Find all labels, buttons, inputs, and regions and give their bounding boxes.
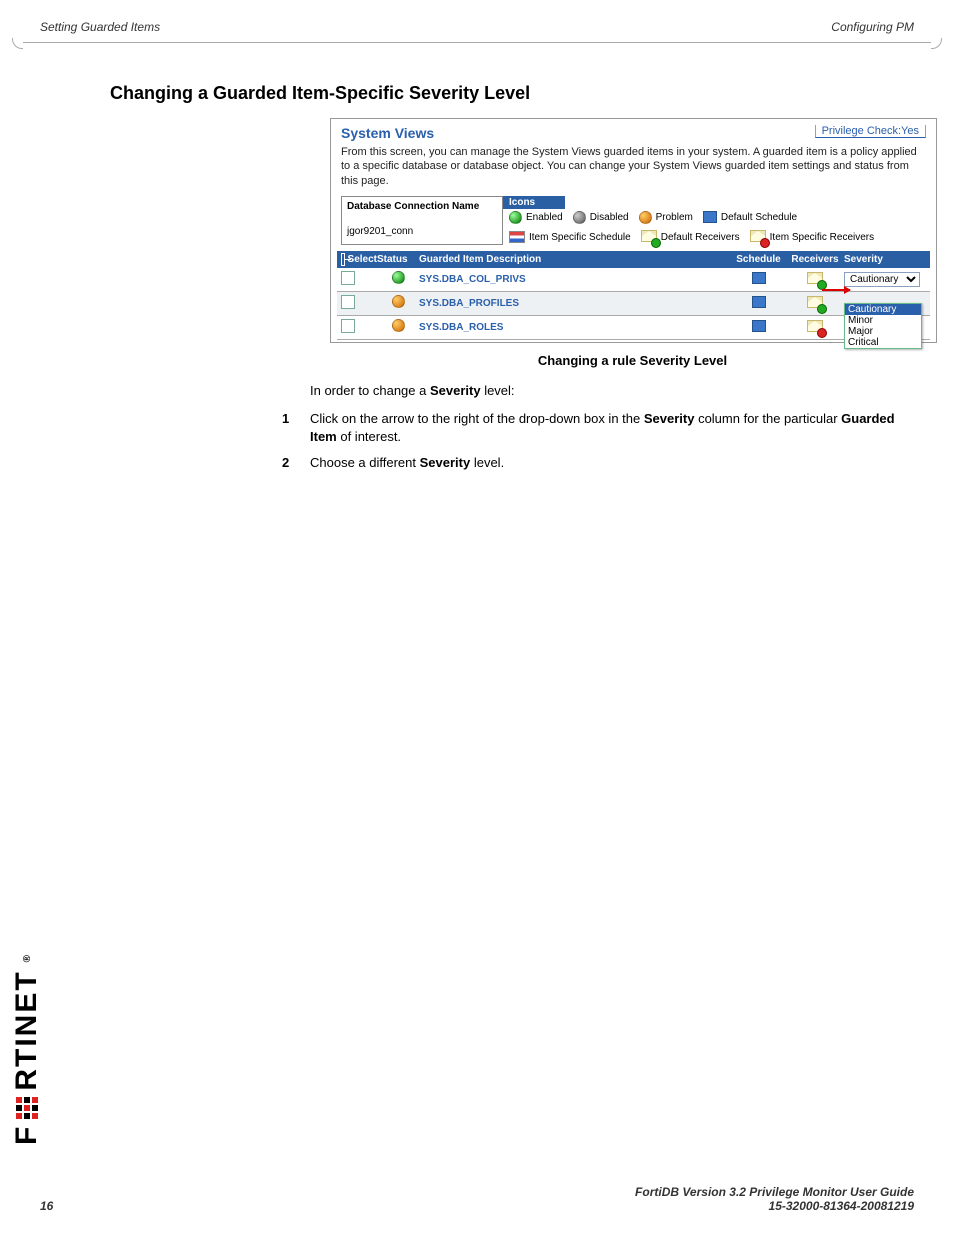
table-row: SYS.DBA_ROLES — [337, 316, 930, 340]
guarded-item-link[interactable]: SYS.DBA_COL_PRIVS — [419, 274, 731, 285]
section-title: Changing a Guarded Item-Specific Severit… — [110, 83, 914, 104]
problem-icon — [639, 211, 652, 224]
guarded-items-grid: Select Status Guarded Item Description S… — [337, 251, 930, 340]
schedule-icon[interactable] — [752, 272, 766, 284]
legend-problem: Problem — [656, 212, 693, 223]
icons-legend: Icons Enabled Disabled Problem Default S… — [503, 196, 926, 245]
db-connection-value: jgor9201_conn — [347, 226, 497, 237]
disabled-icon — [573, 211, 586, 224]
severity-option-cautionary[interactable]: Cautionary — [845, 304, 921, 315]
page-number: 16 — [40, 1199, 53, 1213]
row-checkbox[interactable] — [341, 295, 355, 309]
enabled-icon — [509, 211, 522, 224]
default-schedule-icon — [703, 211, 717, 223]
db-connection-label: Database Connection Name — [347, 201, 497, 212]
schedule-icon[interactable] — [752, 296, 766, 308]
privilege-check-link[interactable]: Privilege Check:Yes — [815, 125, 926, 138]
header-divider — [20, 42, 934, 43]
db-connection-box: Database Connection Name jgor9201_conn — [341, 196, 503, 245]
legend-disabled: Disabled — [590, 212, 629, 223]
guarded-item-link[interactable]: SYS.DBA_ROLES — [419, 322, 731, 333]
step-2: 2 Choose a different Severity level. — [282, 454, 914, 472]
severity-option-critical[interactable]: Critical — [845, 337, 921, 348]
col-description: Guarded Item Description — [419, 254, 731, 265]
severity-option-major[interactable]: Major — [845, 326, 921, 337]
col-status: Status — [377, 254, 419, 265]
status-problem-icon — [392, 319, 405, 332]
col-schedule: Schedule — [731, 254, 786, 265]
status-enabled-icon — [392, 271, 405, 284]
row-checkbox[interactable] — [341, 271, 355, 285]
annotation-arrow — [822, 289, 850, 291]
status-problem-icon — [392, 295, 405, 308]
screenshot-panel: System Views Privilege Check:Yes From th… — [330, 118, 937, 343]
fortinet-logo-icon — [16, 1097, 38, 1119]
guarded-item-link[interactable]: SYS.DBA_PROFILES — [419, 298, 731, 309]
item-schedule-icon — [509, 231, 525, 243]
legend-item-schedule: Item Specific Schedule — [529, 232, 631, 243]
icons-legend-header: Icons — [503, 196, 565, 209]
step-1: 1 Click on the arrow to the right of the… — [282, 410, 914, 446]
severity-dropdown-open[interactable]: Cautionary Minor Major Critical — [844, 303, 922, 349]
legend-item-receivers: Item Specific Receivers — [770, 232, 874, 243]
header-right: Configuring PM — [831, 20, 914, 34]
system-views-title: System Views — [341, 125, 434, 141]
row-checkbox[interactable] — [341, 319, 355, 333]
legend-default-receivers: Default Receivers — [661, 232, 740, 243]
severity-option-minor[interactable]: Minor — [845, 315, 921, 326]
header-left: Setting Guarded Items — [40, 20, 160, 34]
intro-paragraph: In order to change a Severity level: — [310, 382, 914, 400]
col-select: Select — [348, 254, 377, 265]
figure-caption: Changing a rule Severity Level — [330, 353, 935, 368]
severity-select[interactable]: Cautionary — [844, 272, 920, 287]
col-severity: Severity — [844, 254, 926, 265]
select-all-checkbox[interactable] — [341, 253, 345, 266]
schedule-icon[interactable] — [752, 320, 766, 332]
footer-guide-title: FortiDB Version 3.2 Privilege Monitor Us… — [635, 1185, 914, 1199]
col-receivers: Receivers — [786, 254, 844, 265]
fortinet-logo: F RTINET® — [10, 953, 44, 1145]
legend-default-schedule: Default Schedule — [721, 212, 797, 223]
system-views-description: From this screen, you can manage the Sys… — [331, 145, 936, 196]
footer-doc-id: 15-32000-81364-20081219 — [769, 1199, 914, 1213]
legend-enabled: Enabled — [526, 212, 563, 223]
table-row: SYS.DBA_PROFILES Cautionary Minor Major … — [337, 292, 930, 316]
